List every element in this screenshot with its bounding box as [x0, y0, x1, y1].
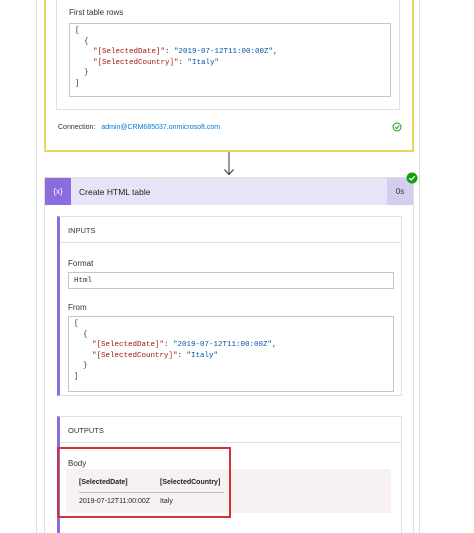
code-punctuation: { — [74, 330, 88, 339]
code-separator: : — [178, 58, 188, 67]
code-line: "[SelectedCountry]": "Italy" — [74, 351, 393, 362]
code-separator: : — [177, 351, 187, 360]
code-line: [ — [75, 26, 390, 37]
table-header-selected-country: [SelectedCountry] — [160, 478, 224, 493]
code-punctuation: [ — [74, 320, 79, 328]
code-key: "[SelectedCountry]" — [75, 58, 179, 67]
from-code[interactable]: [ { "[SelectedDate]": "2019-07-12T11:00:… — [68, 316, 394, 392]
code-key: "[SelectedDate]" — [74, 341, 165, 349]
inputs-title: INPUTS — [68, 226, 96, 235]
connection-label: Connection: — [58, 124, 96, 131]
inputs-section: INPUTS Format Html From [ { "[SelectedDa… — [57, 216, 402, 396]
first-table-rows-code[interactable]: [ { "[SelectedDate]": "2019-07-12T11:00:… — [69, 23, 391, 97]
connection-ok-icon — [392, 122, 402, 132]
code-line: "[SelectedDate]": "2019-07-12T11:00:00Z"… — [75, 47, 390, 58]
output-html-table: [SelectedDate] [SelectedCountry] 2019-07… — [79, 478, 224, 506]
code-line: [ — [74, 319, 393, 330]
flow-connector-arrow-icon — [224, 152, 234, 176]
table-cell-date: 2019-07-12T11:00:00Z — [79, 498, 151, 506]
connection-info: Connection: admin@CRM685037.onmicrosoft.… — [58, 124, 220, 131]
code-line: ] — [74, 372, 393, 383]
code-line: "[SelectedDate]": "2019-07-12T11:00:00Z"… — [74, 340, 393, 351]
table-cell-country: Italy — [160, 498, 173, 506]
code-punctuation: ] — [75, 79, 80, 88]
code-punctuation: , — [272, 341, 277, 349]
inputs-divider — [60, 242, 401, 243]
previous-action-inputs-section: First table rows [ { "[SelectedDate]": "… — [56, 0, 400, 110]
action-header[interactable]: {x} Create HTML table 0s — [45, 178, 413, 205]
code-value: "Italy" — [187, 58, 220, 67]
format-value-field[interactable]: Html — [68, 272, 394, 289]
table-header-selected-date: [SelectedDate] — [79, 478, 160, 493]
code-line: "[SelectedCountry]": "Italy" — [75, 58, 390, 69]
code-value: "Italy" — [186, 351, 219, 360]
code-separator: : — [164, 341, 174, 349]
table-header-row: [SelectedDate] [SelectedCountry] — [79, 478, 224, 493]
code-punctuation: ] — [74, 372, 79, 381]
code-separator: : — [165, 48, 175, 56]
code-line: } — [75, 68, 390, 79]
code-line: { — [75, 37, 390, 48]
code-punctuation: [ — [75, 27, 80, 35]
code-punctuation: } — [74, 362, 88, 370]
action-title: Create HTML table — [79, 187, 151, 197]
code-punctuation: } — [75, 69, 89, 77]
first-table-rows-label: First table rows — [69, 8, 124, 17]
data-operation-icon: {x} — [45, 178, 71, 205]
code-line: { — [74, 330, 393, 341]
format-label: Format — [68, 259, 94, 268]
body-label: Body — [68, 459, 87, 468]
code-value: "2019-07-12T11:00:00Z" — [174, 48, 274, 56]
code-line: } — [74, 361, 393, 372]
connection-account-link[interactable]: admin@CRM685037.onmicrosoft.com — [101, 124, 220, 131]
table-row: 2019-07-12T11:00:00Z Italy — [79, 492, 224, 506]
canvas-rail-right — [419, 0, 420, 533]
code-line: ] — [75, 79, 390, 90]
code-key: "[SelectedCountry]" — [74, 351, 178, 360]
previous-action-card[interactable]: First table rows [ { "[SelectedDate]": "… — [44, 0, 414, 152]
success-check-icon — [406, 172, 418, 184]
code-punctuation: , — [273, 48, 278, 56]
outputs-title: OUTPUTS — [68, 426, 104, 435]
code-key: "[SelectedDate]" — [75, 48, 166, 56]
canvas-rail-left — [36, 0, 37, 533]
outputs-divider — [60, 442, 401, 443]
code-punctuation: { — [75, 37, 89, 46]
code-value: "2019-07-12T11:00:00Z" — [173, 341, 273, 349]
from-label: From — [68, 303, 87, 312]
